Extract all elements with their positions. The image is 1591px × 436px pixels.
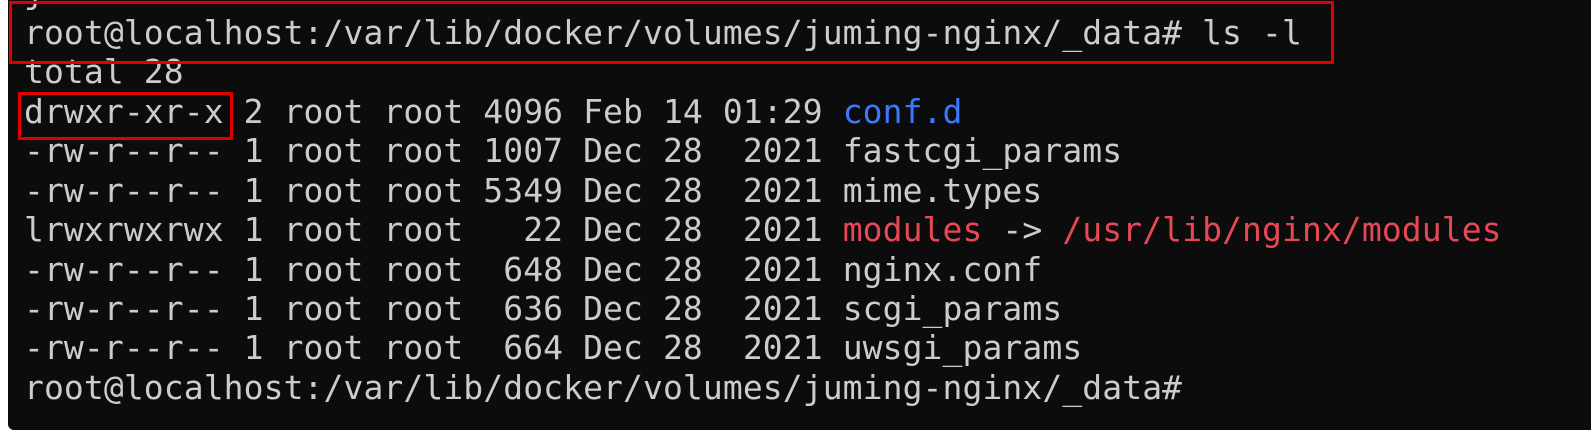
shell-prompt: root@localhost:/var/lib/docker/volumes/j… [24,13,1183,52]
entry-name: uwsgi_params [842,328,1083,368]
entry-metadata: -rw-r--r-- 1 root root 636 Dec 28 2021 [24,289,843,328]
partial-output-line: j [24,0,44,12]
entry-name: scgi_params [842,289,1063,328]
entry-name: mime.types [842,170,1043,210]
symlink-target: /usr/lib/nginx/modules [1062,210,1502,250]
entry-name: fastcgi_params [842,131,1123,171]
entry-name: nginx.conf [842,249,1043,289]
ls-entry-row: lrwxrwxrwx 1 root root 22 Dec 28 2021 mo… [24,210,1502,250]
entry-metadata: -rw-r--r-- 1 root root 664 Dec 28 2021 [24,328,843,368]
typed-command: ls -l [1182,13,1302,52]
ls-entry-row: -rw-r--r-- 1 root root 636 Dec 28 2021 s… [24,289,1062,329]
entry-metadata: -rw-r--r-- 1 root root 5349 Dec 28 2021 [24,170,843,210]
ls-entry-row: drwxr-xr-x 2 root root 4096 Feb 14 01:29… [24,92,963,132]
ls-entry-row: -rw-r--r-- 1 root root 648 Dec 28 2021 n… [24,250,1042,290]
terminal-window[interactable]: j root@localhost:/var/lib/docker/volumes… [8,0,1591,430]
ls-entry-row: -rw-r--r-- 1 root root 1007 Dec 28 2021 … [24,131,1122,171]
final-prompt[interactable]: root@localhost:/var/lib/docker/volumes/j… [24,368,1182,408]
entry-metadata: -rw-r--r-- 1 root root 648 Dec 28 2021 [24,249,843,289]
symlink-arrow: -> [982,210,1063,250]
entry-name: modules [842,210,983,250]
command-line: root@localhost:/var/lib/docker/volumes/j… [24,13,1302,53]
total-line: total 28 [24,52,184,91]
entry-metadata: drwxr-xr-x 2 root root 4096 Feb 14 01:29 [24,92,843,131]
ls-entry-row: -rw-r--r-- 1 root root 5349 Dec 28 2021 … [24,171,1042,211]
ls-entry-row: -rw-r--r-- 1 root root 664 Dec 28 2021 u… [24,328,1082,368]
entry-metadata: -rw-r--r-- 1 root root 1007 Dec 28 2021 [24,131,843,171]
entry-name: conf.d [842,92,963,131]
entry-metadata: lrwxrwxrwx 1 root root 22 Dec 28 2021 [24,210,843,250]
